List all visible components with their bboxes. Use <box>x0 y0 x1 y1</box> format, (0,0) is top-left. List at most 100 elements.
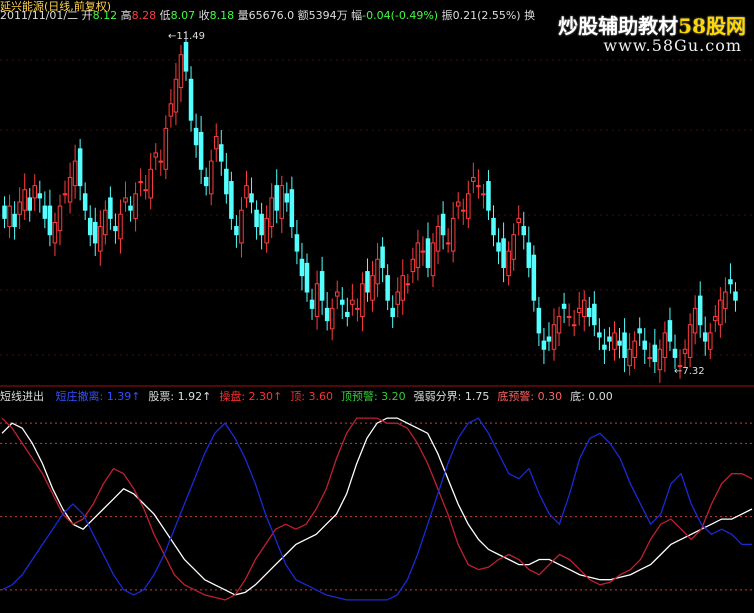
candle-body <box>687 324 693 358</box>
candle-body <box>546 336 552 342</box>
candle-body <box>420 250 426 253</box>
candle-body <box>324 307 330 322</box>
candle-body <box>395 291 400 305</box>
candle-body <box>350 299 355 305</box>
candle-body <box>587 307 592 318</box>
indicator-item: 短庄撤离: 1.39↑ <box>55 390 141 403</box>
candle-body <box>274 185 280 211</box>
candle-body <box>254 209 259 228</box>
candle-body <box>723 291 728 309</box>
candle-body <box>682 348 688 354</box>
candle-body <box>47 205 53 236</box>
low-price-label: ←7.32 <box>674 366 705 377</box>
candle-body <box>491 217 496 236</box>
candle-body <box>163 127 169 170</box>
candle-body <box>526 242 532 268</box>
candle-body <box>77 148 83 187</box>
candle-body <box>249 193 254 203</box>
candle-body <box>692 307 698 334</box>
candle-body <box>380 246 385 268</box>
candle-body <box>375 258 380 285</box>
candle-body <box>87 217 93 236</box>
candle-body <box>612 332 617 350</box>
candle-body <box>647 356 653 359</box>
candle-body <box>561 303 567 309</box>
candle-body <box>12 213 17 228</box>
candle-body <box>148 168 153 199</box>
candle-body <box>501 238 506 268</box>
low-price-value: 7.32 <box>682 366 705 377</box>
candle-body <box>153 152 159 158</box>
candle-body <box>193 127 199 146</box>
candle-body <box>718 299 723 326</box>
indicator-item: 操盘: 2.30↑ <box>219 390 283 403</box>
candle-body <box>279 185 285 219</box>
candle-body <box>637 328 642 334</box>
indicator-line <box>1 417 752 601</box>
candle-body <box>602 344 607 350</box>
candle-body <box>244 185 249 199</box>
candle-body <box>259 213 264 236</box>
candle-body <box>486 181 491 211</box>
candle-body <box>123 197 128 203</box>
candle-body <box>208 160 214 195</box>
candle-body <box>672 348 678 358</box>
indicator-line <box>1 417 753 596</box>
candle-body <box>728 279 733 285</box>
candle-body <box>92 221 98 244</box>
candle-body <box>128 205 133 211</box>
candle-body <box>203 176 209 187</box>
candle-body <box>481 193 486 196</box>
candle-body <box>17 201 22 215</box>
candle-body <box>269 197 274 228</box>
candle-body <box>198 131 204 170</box>
candle-body <box>622 332 627 358</box>
candle-body <box>319 271 325 301</box>
candle-body <box>314 283 320 318</box>
candle-body <box>450 217 456 252</box>
candle-body <box>415 242 421 268</box>
candle-body <box>118 213 123 240</box>
candle-body <box>213 136 219 150</box>
candle-body <box>37 193 43 199</box>
candle-body <box>551 324 557 350</box>
indicator-name: 短线进出 <box>0 390 44 403</box>
candle-body <box>370 275 375 301</box>
candle-body <box>713 316 718 322</box>
indicator-item: 底: 0.00 <box>570 390 613 403</box>
candle-body <box>506 250 511 277</box>
candle-body <box>57 205 63 232</box>
candle-body <box>571 324 577 327</box>
candle-body <box>340 299 345 305</box>
candle-body <box>445 242 451 245</box>
candle-body <box>334 291 340 297</box>
candle-body <box>138 181 143 184</box>
candle-body <box>188 78 194 121</box>
candle-body <box>607 336 612 342</box>
indicator-item: 顶: 3.60 <box>290 390 333 403</box>
candle-body <box>345 311 350 318</box>
candle-body <box>455 201 461 207</box>
candle-body <box>617 340 622 346</box>
candle-body <box>496 242 501 252</box>
candle-body <box>32 185 38 199</box>
candle-body <box>667 320 673 342</box>
candle-body <box>511 234 516 260</box>
candle-body <box>400 275 406 301</box>
candle-body <box>662 332 668 358</box>
candle-body <box>652 344 658 363</box>
candle-body <box>531 254 537 301</box>
candle-body <box>168 103 174 117</box>
candle-body <box>597 332 602 338</box>
candle-body <box>22 189 27 211</box>
candle-body <box>178 54 184 88</box>
candle-body <box>52 221 58 244</box>
candle-body <box>410 258 416 273</box>
candle-body <box>42 205 48 219</box>
high-price-label: ←11.49 <box>168 31 206 42</box>
candle-body <box>173 78 179 113</box>
candle-body <box>264 217 269 244</box>
candle-body <box>133 193 138 219</box>
chart-canvas <box>0 31 754 601</box>
candle-body <box>566 316 572 319</box>
